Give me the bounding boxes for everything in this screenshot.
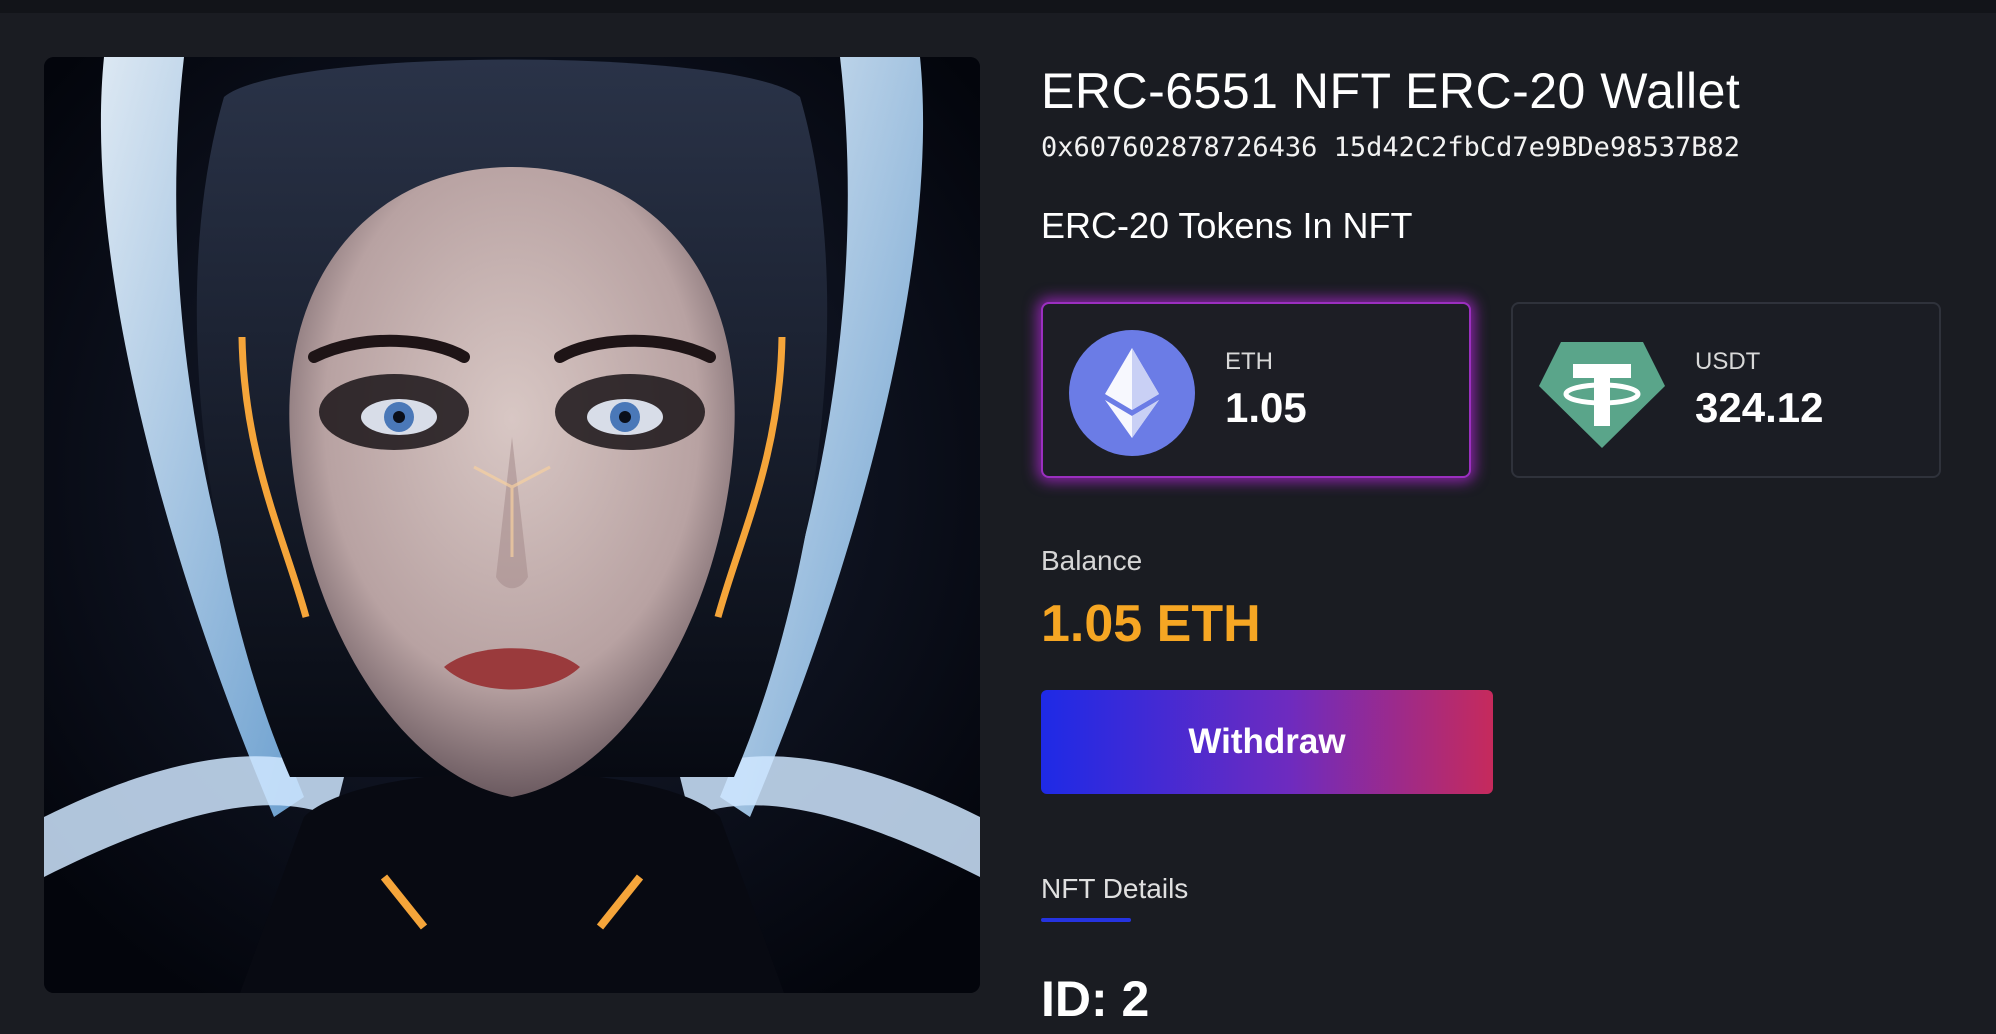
token-card-eth[interactable]: ETH 1.05: [1041, 302, 1471, 478]
tether-icon: [1539, 342, 1665, 448]
nft-id: ID: 2: [1041, 971, 1150, 1027]
balance-value: 1.05 ETH: [1041, 595, 1261, 653]
ethereum-icon: [1069, 330, 1195, 456]
page-title: ERC-6551 NFT ERC-20 Wallet: [1041, 63, 1741, 119]
token-card-usdt[interactable]: USDT 324.12: [1511, 302, 1941, 478]
token-amount: 324.12: [1695, 384, 1824, 431]
tab-nft-details[interactable]: NFT Details: [1041, 873, 1188, 905]
withdraw-button[interactable]: Withdraw: [1041, 690, 1493, 794]
nft-info-panel: ERC-6551 NFT ERC-20 Wallet 0x60760287872…: [1041, 0, 1961, 1034]
nft-artwork: [44, 57, 980, 993]
wallet-address: 0x607602878726436 15d42C2fbCd7e9BDe98537…: [1041, 132, 1740, 163]
token-symbol: USDT: [1695, 348, 1761, 375]
balance-label: Balance: [1041, 545, 1143, 576]
tokens-section-title: ERC-20 Tokens In NFT: [1041, 205, 1413, 246]
nft-image: [44, 57, 980, 993]
token-amount: 1.05: [1225, 384, 1307, 431]
tab-active-underline: [1041, 918, 1131, 922]
token-symbol: ETH: [1225, 348, 1273, 375]
